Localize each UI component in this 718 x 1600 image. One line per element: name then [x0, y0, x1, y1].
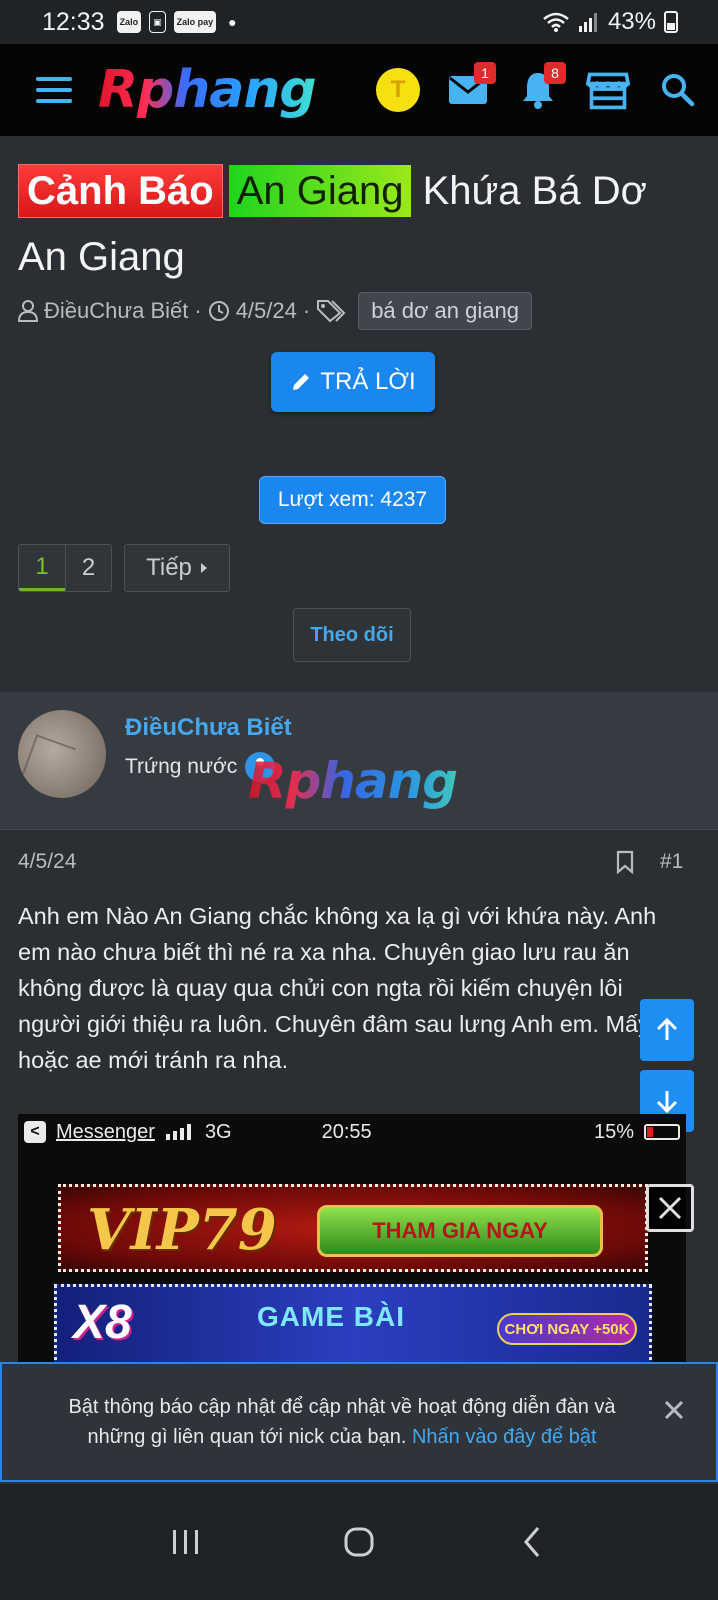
pencil-icon	[293, 374, 310, 390]
enable-notifications-link[interactable]: Nhấn vào đây để bật	[412, 1426, 597, 1448]
back-icon	[523, 1527, 539, 1557]
messages-button[interactable]: 1	[446, 62, 496, 112]
bookmark-icon[interactable]	[616, 850, 634, 874]
status-time: 12:33	[42, 7, 105, 36]
page-2[interactable]: 2	[65, 545, 111, 591]
more-notifications-icon: ●	[228, 14, 237, 30]
search-icon	[662, 74, 695, 107]
post-avatar[interactable]	[18, 710, 106, 798]
reply-button[interactable]: TRẢ LỜI	[271, 352, 435, 412]
zalopay-icon: Zalo pay	[173, 11, 217, 33]
notice-text: Bật thông báo cập nhật để cập nhật về ho…	[42, 1392, 642, 1452]
menu-icon[interactable]	[36, 77, 72, 103]
back-chevron-icon: <	[24, 1121, 46, 1143]
arrow-down-icon	[656, 1091, 678, 1114]
back-button[interactable]	[502, 1512, 562, 1572]
embedded-time: 20:55	[321, 1120, 372, 1143]
close-icon[interactable]	[662, 1398, 686, 1422]
recent-apps-button[interactable]	[156, 1512, 216, 1572]
thread-meta: ĐiềuChưa Biết · 4/5/24 · bá dơ an giang	[18, 292, 532, 330]
post-body: Anh em Nào An Giang chắc không xa lạ gì …	[18, 903, 683, 1073]
ad-join-now-button[interactable]: THAM GIA NGAY	[317, 1205, 603, 1257]
app-header: Rphang T 1 8	[0, 44, 718, 136]
embedded-network: 3G	[204, 1120, 232, 1143]
ad-banner-x8[interactable]: X8 GAME BÀI CHƠI NGAY +50K	[54, 1284, 652, 1362]
ad-game-title: GAME BÀI	[257, 1301, 405, 1332]
user-icon	[18, 300, 38, 322]
page-links: 1 2	[18, 544, 112, 592]
prefix-canh-bao[interactable]: Cảnh Báo	[18, 164, 223, 218]
gallery-icon: ▣	[149, 11, 166, 33]
alerts-badge: 8	[544, 62, 566, 84]
system-navigation-bar	[0, 1484, 718, 1600]
store-button[interactable]	[586, 68, 630, 112]
post-number[interactable]: #1	[660, 850, 683, 874]
alerts-button[interactable]: 8	[516, 62, 566, 112]
view-count-badge: Lượt xem: 4237	[259, 476, 446, 524]
post-author[interactable]: ĐiềuChưa Biết	[125, 714, 292, 742]
thread-date[interactable]: 4/5/24	[236, 298, 297, 324]
post-attachment-image[interactable]: < Messenger 3G 20:55 15% VIP79 THAM GIA …	[18, 1114, 686, 1362]
pagination: 1 2 Tiếp	[18, 544, 230, 592]
arrow-up-icon	[656, 1017, 678, 1040]
follow-button[interactable]: Theo dõi	[293, 608, 411, 662]
ad-banner-vip79[interactable]: VIP79 THAM GIA NGAY	[58, 1184, 648, 1272]
embedded-app-name: Messenger	[56, 1120, 155, 1143]
meta-separator: ·	[194, 298, 202, 323]
tags-icon	[317, 300, 346, 323]
search-button[interactable]	[656, 68, 700, 112]
next-page-button[interactable]: Tiếp	[124, 544, 230, 592]
battery-percent: 43%	[607, 8, 656, 35]
ad-brand-vip79: VIP79	[87, 1197, 277, 1263]
thread-title: Cảnh Báo An Giang Khứa Bá Dơ An Giang	[18, 158, 698, 290]
tag-chip[interactable]: bá dơ an giang	[358, 292, 532, 330]
post-user-block: ĐiềuChưa Biết Trứng nước Rphang	[0, 692, 718, 830]
site-logo[interactable]: Rphang	[98, 60, 317, 120]
embedded-battery: 15%	[593, 1120, 634, 1143]
ad-close-button[interactable]	[646, 1184, 694, 1232]
post-date[interactable]: 4/5/24	[18, 850, 76, 874]
messages-badge: 1	[474, 62, 496, 84]
caret-right-icon	[200, 563, 207, 573]
status-bar: 12:33 Zalo ▣ Zalo pay ● 43%	[0, 0, 718, 44]
close-icon	[658, 1196, 682, 1220]
page-1[interactable]: 1	[19, 545, 65, 591]
home-icon	[344, 1527, 374, 1557]
embedded-status-bar: < Messenger 3G 20:55 15%	[18, 1114, 686, 1150]
clock-icon	[208, 301, 229, 321]
rank-label: Trứng nước	[125, 755, 238, 778]
prefix-an-giang[interactable]: An Giang	[228, 165, 412, 217]
recent-apps-icon	[173, 1530, 199, 1554]
user-avatar[interactable]: T	[376, 68, 420, 112]
ad-brand-x8: X8	[73, 1296, 132, 1349]
reply-label: TRẢ LỜI	[320, 368, 416, 395]
thread-author[interactable]: ĐiềuChưa Biết	[44, 298, 188, 324]
ad-bonus-button[interactable]: CHƠI NGAY +50K	[497, 1313, 637, 1345]
zalo-icon: Zalo	[116, 11, 142, 33]
logo-watermark: Rphang	[248, 752, 458, 810]
next-page-label: Tiếp	[146, 554, 192, 581]
signal-icon	[578, 13, 597, 32]
scroll-up-button[interactable]	[640, 999, 694, 1061]
battery-icon	[664, 11, 678, 33]
embedded-signal-icon	[165, 1124, 191, 1140]
wifi-icon	[543, 12, 569, 32]
store-icon	[586, 72, 630, 110]
push-notification-banner: Bật thông báo cập nhật để cập nhật về ho…	[0, 1362, 718, 1482]
home-button[interactable]	[329, 1512, 389, 1572]
meta-separator: ·	[302, 298, 311, 323]
embedded-battery-icon	[644, 1124, 680, 1140]
